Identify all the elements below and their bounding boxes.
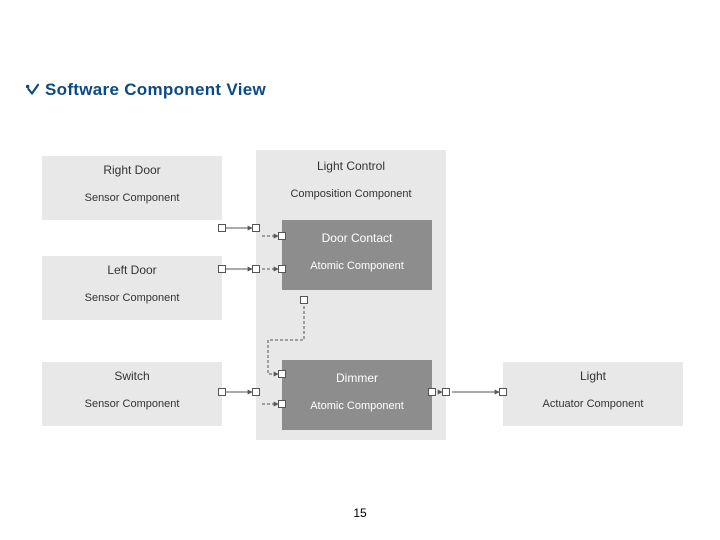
port-icon — [442, 388, 450, 396]
port-icon — [278, 400, 286, 408]
component-switch: Switch Sensor Component — [42, 362, 222, 426]
component-type: Atomic Component — [310, 400, 404, 412]
port-icon — [278, 265, 286, 273]
page-number: 15 — [0, 506, 720, 520]
component-dimmer: Dimmer Atomic Component — [282, 360, 432, 430]
component-name: Right Door — [42, 162, 222, 179]
port-icon — [218, 388, 226, 396]
port-icon — [278, 232, 286, 240]
component-light: Light Actuator Component — [503, 362, 683, 426]
component-type: Actuator Component — [543, 398, 644, 410]
component-name: Door Contact — [282, 230, 432, 247]
component-type: Sensor Component — [85, 192, 180, 204]
title-bar: Software Component View — [25, 80, 266, 100]
component-right-door: Right Door Sensor Component — [42, 156, 222, 220]
port-icon — [252, 388, 260, 396]
component-door-contact: Door Contact Atomic Component — [282, 220, 432, 290]
port-icon — [252, 265, 260, 273]
component-left-door: Left Door Sensor Component — [42, 256, 222, 320]
component-name: Light Control — [256, 158, 446, 175]
component-type: Atomic Component — [310, 260, 404, 272]
port-icon — [428, 388, 436, 396]
component-name: Switch — [42, 368, 222, 385]
component-type: Sensor Component — [85, 398, 180, 410]
check-bullet-icon — [25, 83, 39, 97]
port-icon — [218, 265, 226, 273]
component-name: Light — [503, 368, 683, 385]
port-icon — [218, 224, 226, 232]
component-name: Left Door — [42, 262, 222, 279]
component-name: Dimmer — [282, 370, 432, 387]
component-type: Composition Component — [290, 188, 411, 200]
port-icon — [499, 388, 507, 396]
port-icon — [300, 296, 308, 304]
port-icon — [278, 370, 286, 378]
page-title: Software Component View — [45, 80, 266, 100]
port-icon — [252, 224, 260, 232]
component-type: Sensor Component — [85, 292, 180, 304]
